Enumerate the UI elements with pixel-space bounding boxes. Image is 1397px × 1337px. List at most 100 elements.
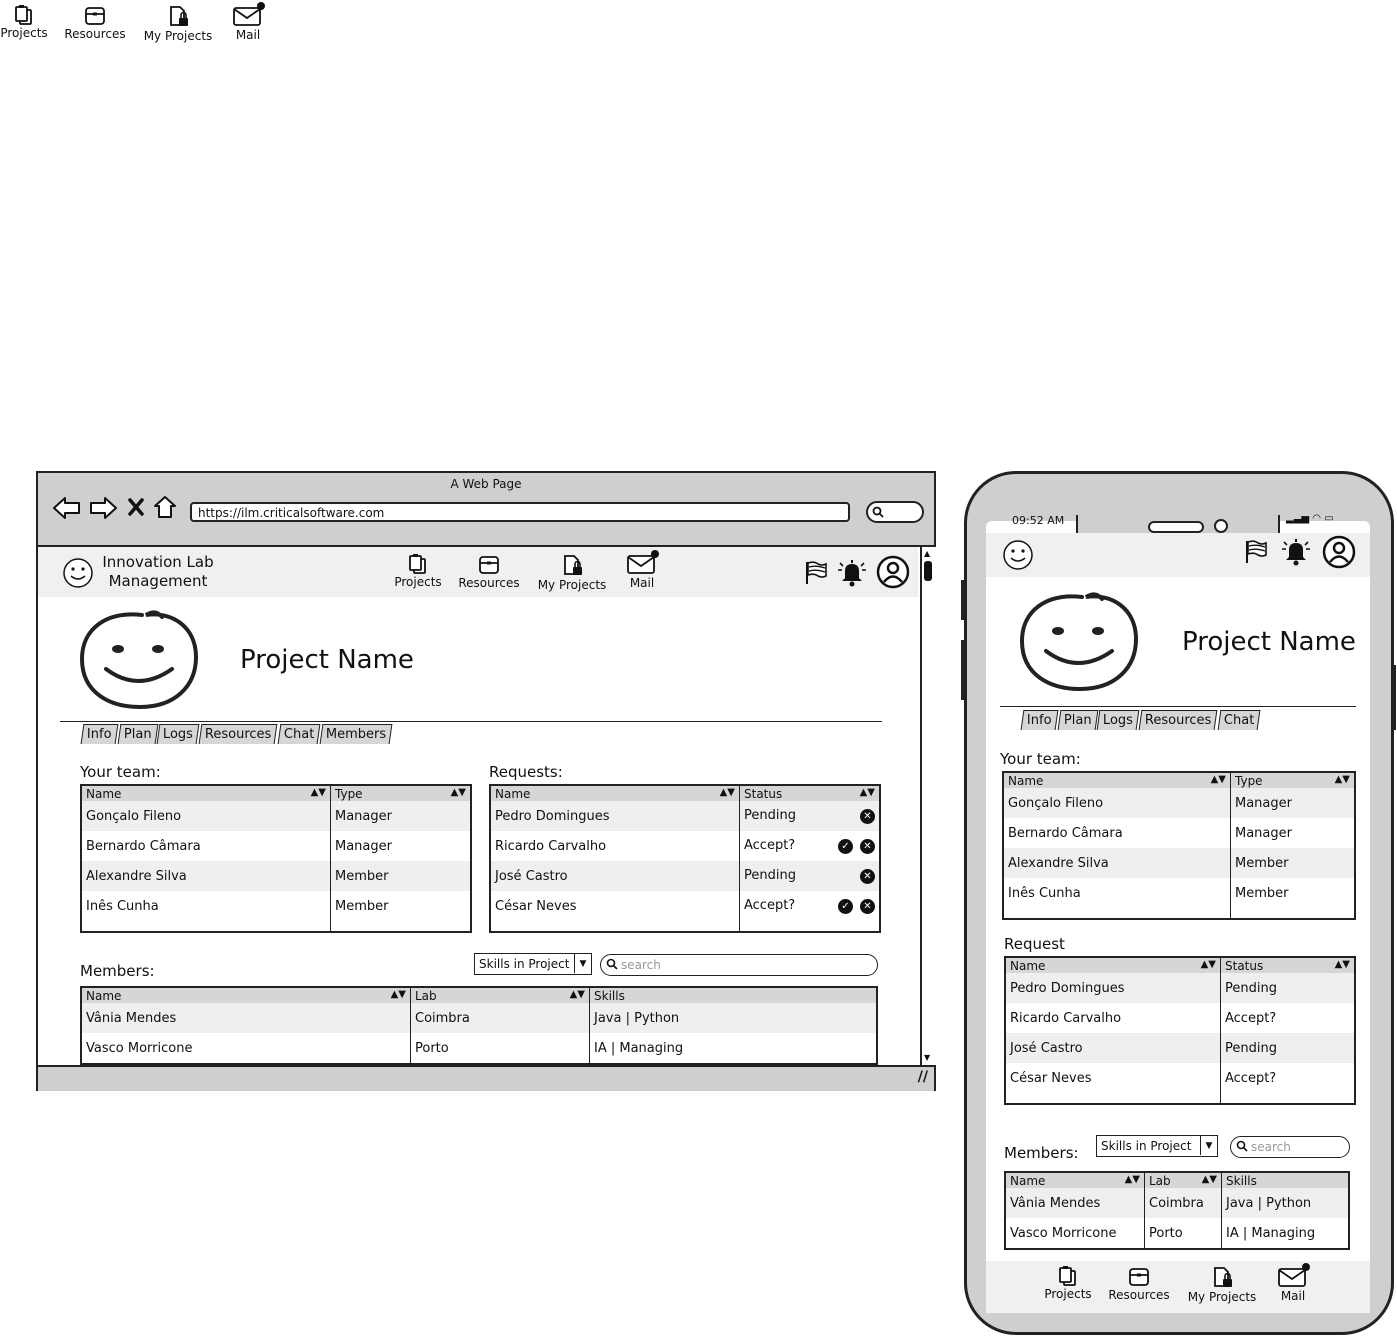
members-header-name[interactable]: Name ▲▼ bbox=[1005, 1172, 1145, 1188]
smiley-icon[interactable] bbox=[1002, 539, 1034, 571]
members-search-input[interactable]: search bbox=[600, 954, 878, 976]
tab-info[interactable]: Info bbox=[1020, 710, 1059, 730]
team-header-name[interactable]: Name ▲▼ bbox=[1003, 772, 1231, 788]
nav-mail[interactable]: Mail bbox=[624, 550, 660, 590]
sort-icon[interactable]: ▲▼ bbox=[1335, 774, 1350, 785]
table-row[interactable]: Vânia Mendes Coimbra Java | Python bbox=[1005, 1188, 1350, 1218]
tab-plan[interactable]: Plan bbox=[117, 724, 158, 744]
members-header-lab[interactable]: Lab ▲▼ bbox=[1144, 1172, 1222, 1188]
request-header-status[interactable]: Status ▲▼ bbox=[1220, 957, 1356, 973]
scroll-up-arrow[interactable]: ▲ bbox=[924, 549, 930, 558]
table-row[interactable]: Inês Cunha Member bbox=[81, 891, 472, 921]
bottom-nav-projects[interactable]: Projects bbox=[1042, 1265, 1094, 1301]
reject-icon[interactable]: ✕ bbox=[860, 899, 875, 914]
sort-icon[interactable]: ▲▼ bbox=[570, 989, 585, 1000]
flag-icon[interactable] bbox=[804, 560, 828, 586]
chevron-down-icon[interactable]: ▼ bbox=[1200, 1136, 1217, 1155]
table-row[interactable]: Bernardo Câmara Manager bbox=[81, 831, 472, 861]
requests-header-status[interactable]: Status ▲▼ bbox=[739, 785, 881, 801]
table-row[interactable]: José Castro Pending bbox=[1005, 1033, 1356, 1063]
bottom-nav-my-projects[interactable]: My Projects bbox=[1186, 1266, 1258, 1304]
table-row[interactable]: Ricardo Carvalho Accept? ✓ ✕ bbox=[490, 831, 881, 861]
tab-logs[interactable]: Logs bbox=[156, 724, 200, 744]
top-nav-mail[interactable]: Mail bbox=[230, 2, 266, 42]
forward-icon[interactable] bbox=[88, 495, 118, 521]
sort-icon[interactable]: ▲▼ bbox=[1335, 959, 1350, 970]
tab-chat[interactable]: Chat bbox=[1217, 710, 1261, 730]
back-icon[interactable] bbox=[52, 495, 82, 521]
phone-members-search-input[interactable]: search bbox=[1230, 1136, 1350, 1158]
table-row[interactable]: Inês Cunha Member bbox=[1003, 878, 1356, 908]
table-row[interactable]: Vasco Morricone Porto IA | Managing bbox=[1005, 1218, 1350, 1249]
table-row[interactable]: José Castro Pending ✕ bbox=[490, 861, 881, 891]
nav-my-projects[interactable]: My Projects bbox=[536, 554, 608, 592]
table-row[interactable]: Ricardo Carvalho Accept? bbox=[1005, 1003, 1356, 1033]
reject-icon[interactable]: ✕ bbox=[860, 869, 875, 884]
resize-grip-icon[interactable]: // bbox=[918, 1069, 928, 1085]
sort-icon[interactable]: ▲▼ bbox=[1211, 774, 1226, 785]
sort-icon[interactable]: ▲▼ bbox=[860, 787, 875, 798]
top-nav-resources[interactable]: Resources bbox=[62, 5, 128, 41]
flag-icon[interactable] bbox=[1244, 539, 1268, 565]
scroll-down-arrow[interactable]: ▼ bbox=[924, 1053, 930, 1062]
tab-logs[interactable]: Logs bbox=[1096, 710, 1140, 730]
sort-icon[interactable]: ▲▼ bbox=[311, 787, 326, 798]
nav-projects[interactable]: Projects bbox=[393, 553, 443, 589]
table-row[interactable]: Gonçalo Fileno Manager bbox=[1003, 788, 1356, 818]
smiley-icon[interactable] bbox=[62, 557, 94, 589]
sort-icon[interactable]: ▲▼ bbox=[451, 787, 466, 798]
members-header-lab[interactable]: Lab ▲▼ bbox=[410, 987, 590, 1003]
browser-search-button[interactable] bbox=[866, 501, 924, 523]
vertical-scrollbar[interactable]: ▲ ▼ bbox=[920, 547, 936, 1065]
requests-header-name[interactable]: Name ▲▼ bbox=[490, 785, 740, 801]
home-icon[interactable] bbox=[152, 494, 178, 520]
team-header-name[interactable]: Name ▲▼ bbox=[81, 785, 331, 801]
bell-icon[interactable] bbox=[1280, 537, 1312, 567]
table-row[interactable]: Pedro Domingues Pending ✕ bbox=[490, 801, 881, 831]
tab-chat[interactable]: Chat bbox=[277, 724, 321, 744]
bell-icon[interactable] bbox=[836, 558, 868, 588]
table-row[interactable]: Alexandre Silva Member bbox=[81, 861, 472, 891]
members-header-skills[interactable]: Skills bbox=[1221, 1172, 1350, 1188]
skills-dropdown[interactable]: Skills in Project ▼ bbox=[474, 953, 592, 975]
top-nav-my-projects[interactable]: My Projects bbox=[142, 5, 214, 43]
tab-info[interactable]: Info bbox=[80, 724, 119, 744]
user-icon[interactable] bbox=[1322, 535, 1356, 569]
url-bar[interactable]: https://ilm.criticalsoftware.com bbox=[190, 502, 850, 522]
reject-icon[interactable]: ✕ bbox=[860, 809, 875, 824]
table-row[interactable]: Vânia Mendes Coimbra Java | Python bbox=[81, 1003, 878, 1033]
team-header-type[interactable]: Type ▲▼ bbox=[330, 785, 472, 801]
top-nav-projects[interactable]: Projects bbox=[0, 4, 48, 40]
check-icon[interactable]: ✓ bbox=[838, 839, 853, 854]
bottom-nav-resources[interactable]: Resources bbox=[1106, 1266, 1172, 1302]
request-header-name[interactable]: Name ▲▼ bbox=[1005, 957, 1221, 973]
sort-icon[interactable]: ▲▼ bbox=[1201, 959, 1216, 970]
check-icon[interactable]: ✓ bbox=[838, 899, 853, 914]
reject-icon[interactable]: ✕ bbox=[860, 839, 875, 854]
members-header-name[interactable]: Name ▲▼ bbox=[81, 987, 411, 1003]
table-row[interactable]: Vasco Morricone Porto IA | Managing bbox=[81, 1033, 878, 1064]
table-row[interactable]: Gonçalo Fileno Manager bbox=[81, 801, 472, 831]
tab-members[interactable]: Members bbox=[319, 724, 393, 744]
sort-icon[interactable]: ▲▼ bbox=[720, 787, 735, 798]
phone-skills-dropdown[interactable]: Skills in Project ▼ bbox=[1096, 1135, 1218, 1157]
nav-resources[interactable]: Resources bbox=[456, 554, 522, 590]
tab-resources[interactable]: Resources bbox=[198, 724, 279, 744]
table-row[interactable]: Pedro Domingues Pending bbox=[1005, 973, 1356, 1003]
team-header-type[interactable]: Type ▲▼ bbox=[1230, 772, 1356, 788]
close-icon[interactable] bbox=[126, 497, 146, 517]
table-row[interactable]: César Neves Accept? ✓ ✕ bbox=[490, 891, 881, 921]
scroll-thumb[interactable] bbox=[924, 561, 932, 581]
sort-icon[interactable]: ▲▼ bbox=[1202, 1174, 1217, 1185]
bottom-nav-mail[interactable]: Mail bbox=[1274, 1263, 1312, 1303]
table-row[interactable]: Bernardo Câmara Manager bbox=[1003, 818, 1356, 848]
sort-icon[interactable]: ▲▼ bbox=[391, 989, 406, 1000]
table-row[interactable]: César Neves Accept? bbox=[1005, 1063, 1356, 1093]
sort-icon[interactable]: ▲▼ bbox=[1125, 1174, 1140, 1185]
chevron-down-icon[interactable]: ▼ bbox=[574, 954, 591, 973]
user-icon[interactable] bbox=[876, 555, 910, 589]
tab-resources[interactable]: Resources bbox=[1138, 710, 1219, 730]
tab-plan[interactable]: Plan bbox=[1057, 710, 1098, 730]
table-row[interactable]: Alexandre Silva Member bbox=[1003, 848, 1356, 878]
members-header-skills[interactable]: Skills bbox=[589, 987, 878, 1003]
